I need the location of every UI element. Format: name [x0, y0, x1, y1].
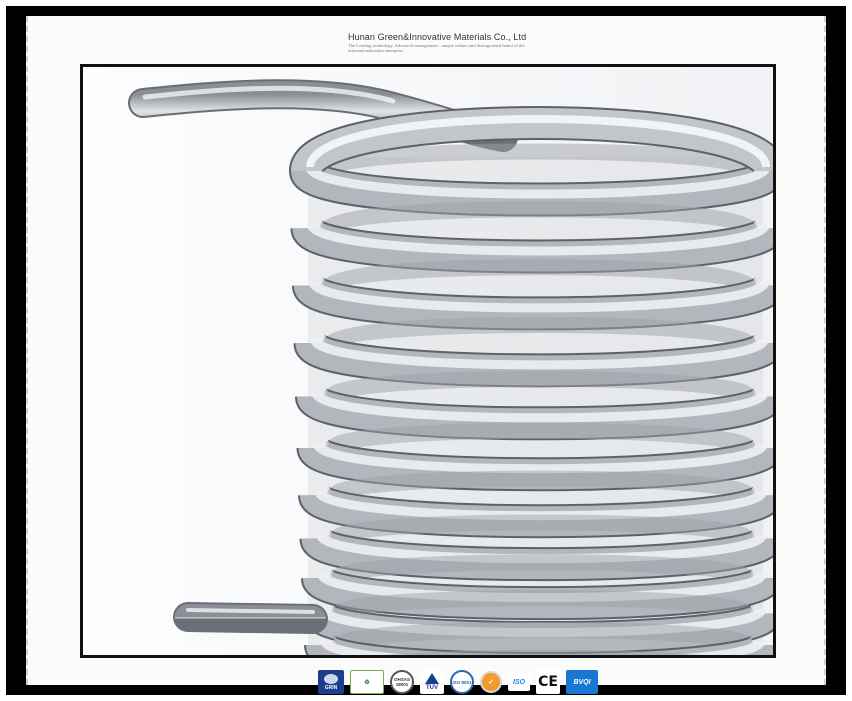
iso9001-seal-icon: ISO 9001 [450, 670, 474, 694]
company-logo-icon: GRIN [318, 670, 344, 694]
product-photo [80, 64, 776, 658]
ce-mark-icon: CE [536, 670, 560, 694]
tuv-icon: TÜV [420, 670, 444, 694]
iso-icon: ISO [508, 673, 530, 691]
company-name: Hunan Green&Innovative Materials Co., Lt… [348, 32, 527, 42]
header: Hunan Green&Innovative Materials Co., Lt… [28, 16, 824, 62]
orange-seal-icon: ✓ [480, 671, 502, 693]
bvqi-icon: BVQI [566, 670, 598, 694]
certification-bar: GRIN ♻ OHSAS 18001 TÜV ISO 9001 ✓ ISO CE… [318, 668, 598, 696]
outer-frame: Hunan Green&Innovative Materials Co., Lt… [6, 6, 846, 695]
ohsas-seal-icon: OHSAS 18001 [390, 670, 414, 694]
inner-panel: Hunan Green&Innovative Materials Co., Lt… [26, 16, 826, 694]
coiled-tube-icon [83, 67, 773, 655]
green-cert-icon: ♻ [350, 670, 384, 694]
company-tagline: The Leading technology. Advanced managem… [348, 43, 525, 54]
